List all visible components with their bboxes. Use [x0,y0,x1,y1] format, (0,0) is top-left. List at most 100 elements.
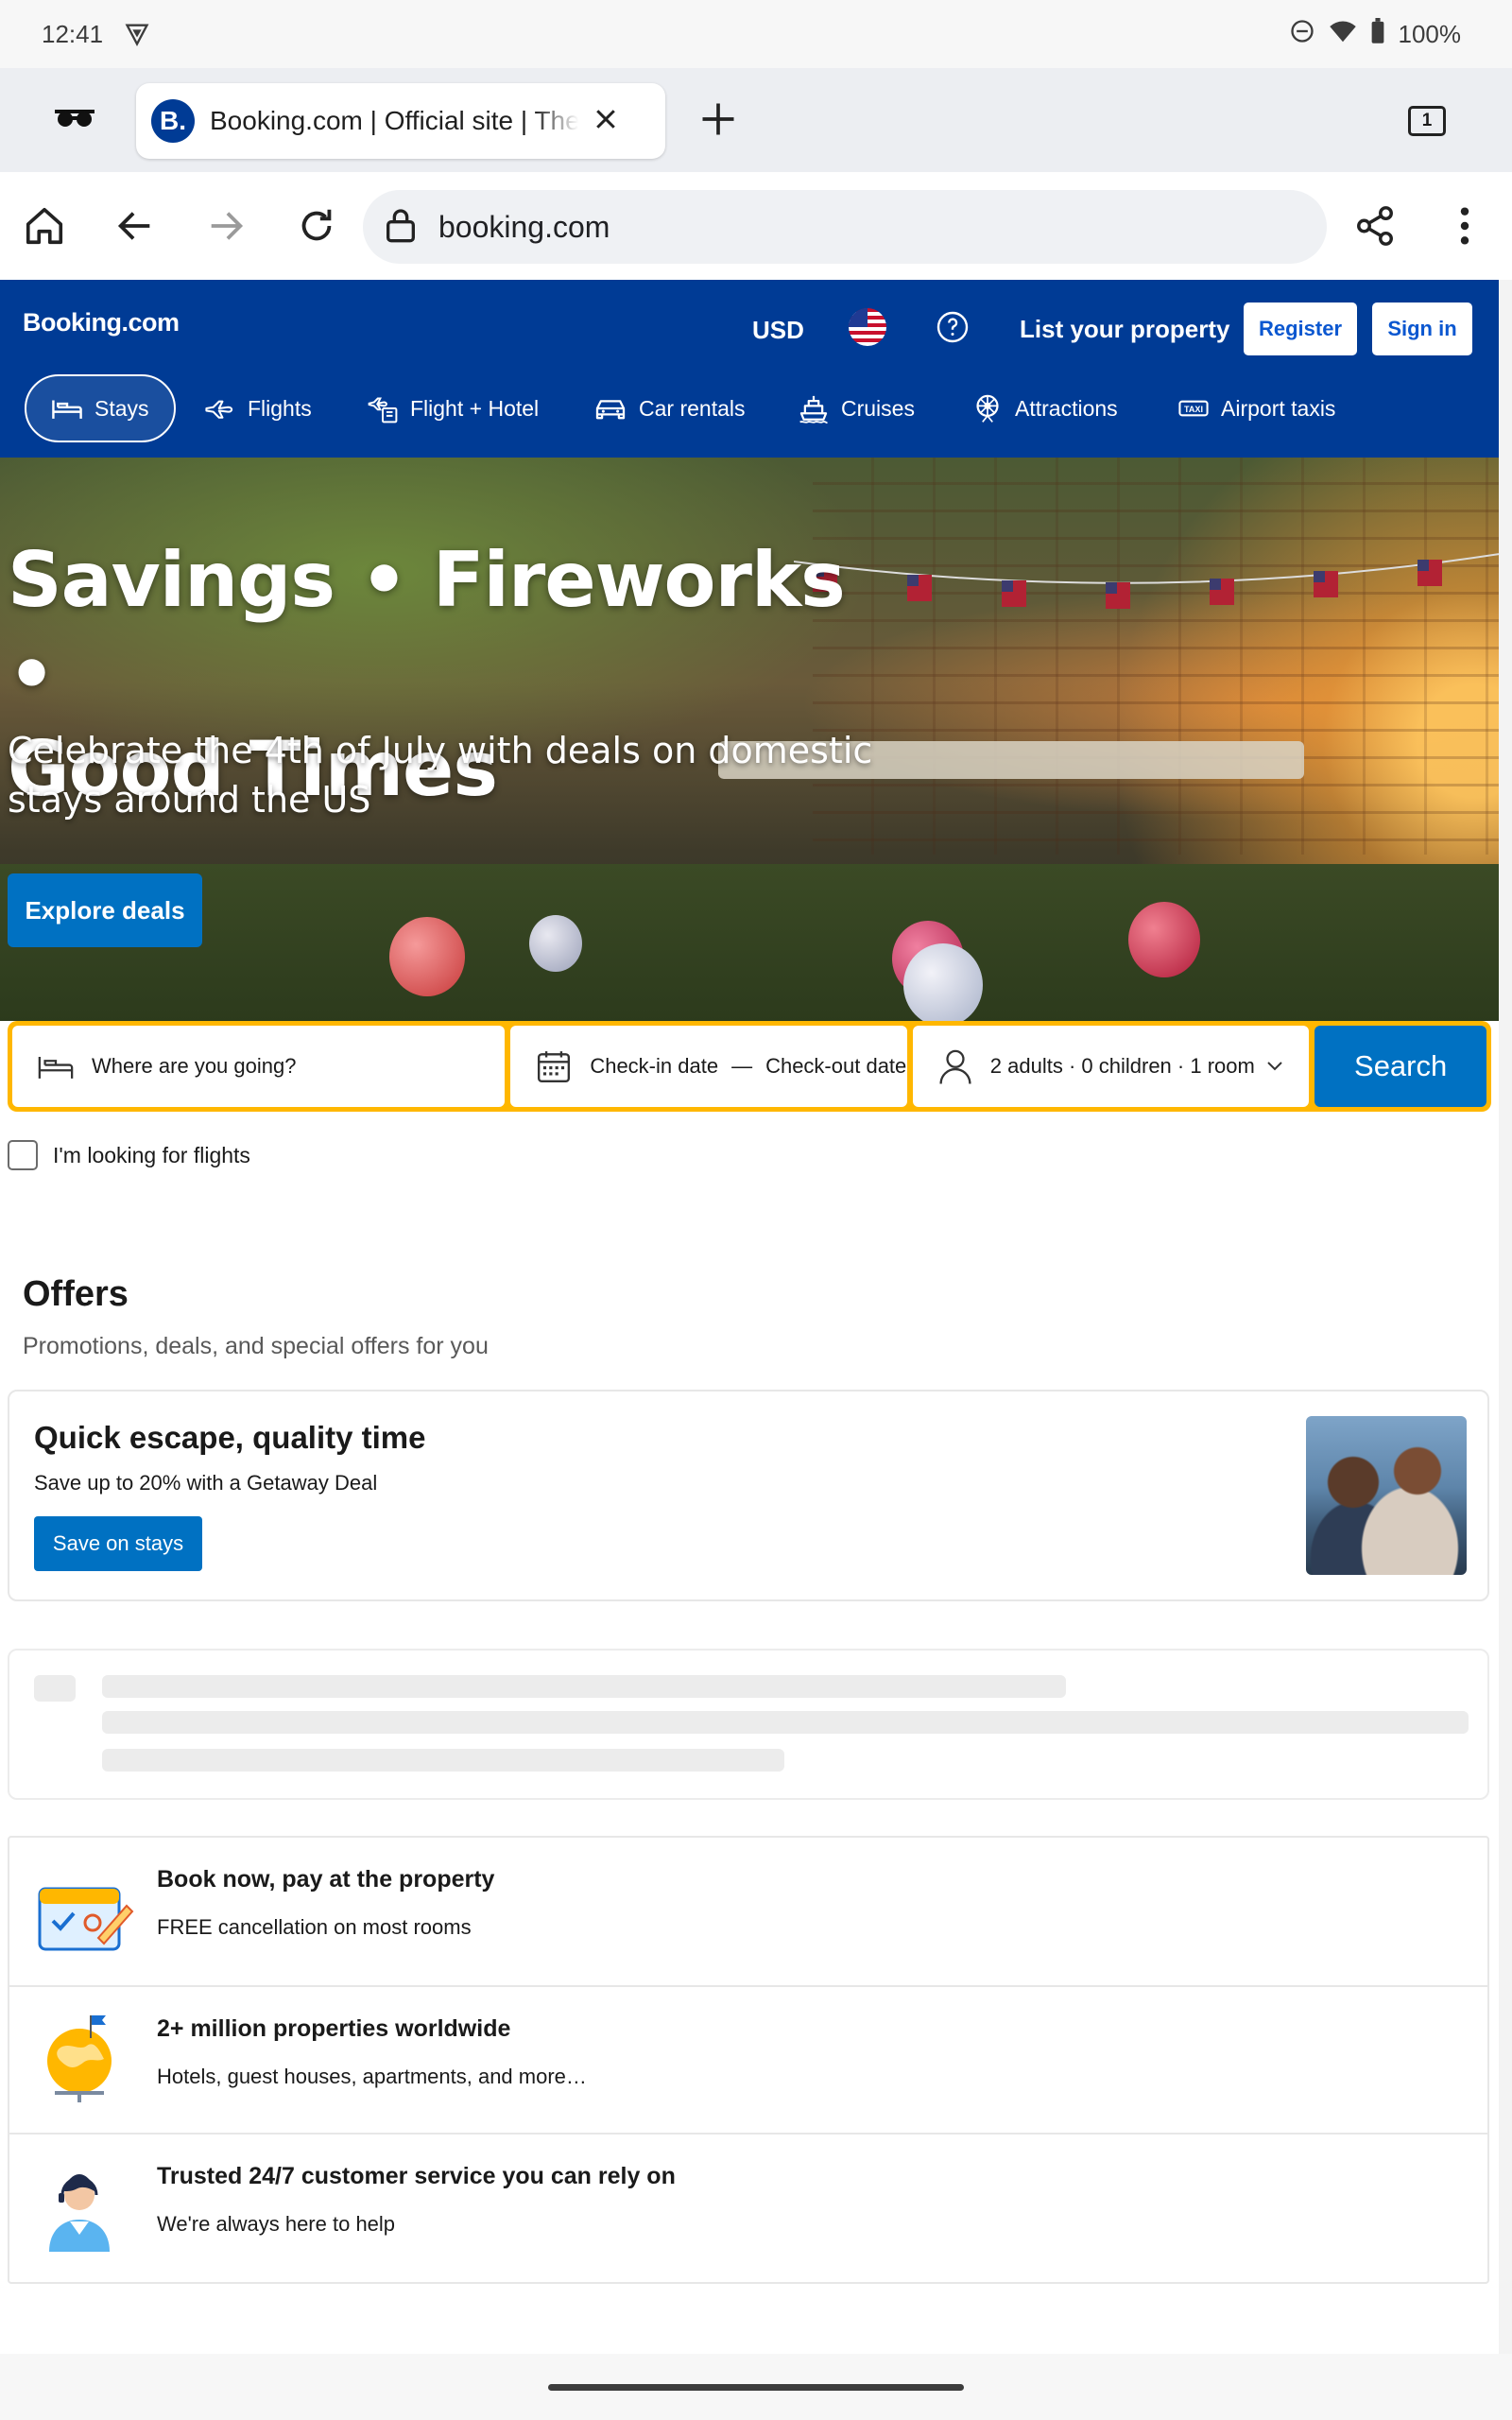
balloon-shape [903,943,983,1021]
browser-toolbar: booking.com [0,172,1512,280]
currency-selector[interactable]: USD [752,316,804,345]
nav-flight-hotel[interactable]: Flight + Hotel [367,374,539,442]
check-out-date[interactable]: Check-out date [765,1054,906,1079]
check-in-date[interactable]: Check-in date [590,1054,718,1079]
guests-selector[interactable]: 2 adults · 0 children · 1 room [912,1026,1310,1107]
benefit-subtitle: FREE cancellation on most rooms [157,1915,472,1939]
page-edge [1499,280,1512,2354]
forward-icon[interactable] [204,204,248,252]
offer-card[interactable]: Quick escape, quality time Save up to 20… [8,1390,1489,1601]
globe-icon [47,2015,112,2102]
hero-title-line-1: Savings • Fireworks • [8,536,846,718]
nav-airport-taxis-label: Airport taxis [1221,395,1336,421]
benefit-title: Book now, pay at the property [157,1866,495,1893]
tab-switcher-button[interactable]: 1 [1408,106,1446,136]
status-bar: 12:41 100% [0,0,1512,68]
ship-icon [799,395,829,424]
battery-icon [1370,17,1385,51]
nav-car-rentals-label: Car rentals [639,395,746,421]
nav-cruises[interactable]: Cruises [798,374,915,442]
booking-favicon: B. [151,99,195,143]
svg-text:TAXI: TAXI [1184,405,1203,414]
bunting-decoration [794,553,1499,609]
booking-logo[interactable]: Booking.com [23,308,180,337]
new-tab-icon[interactable] [697,98,739,145]
list-property-link[interactable]: List your property [1020,315,1229,344]
reload-icon[interactable] [295,204,338,252]
nav-car-rentals[interactable]: Car rentals [593,374,745,442]
nav-flights[interactable]: Flights [204,374,312,442]
nav-attractions[interactable]: Attractions [971,374,1118,442]
nav-attractions-label: Attractions [1015,395,1118,421]
calendar-check-icon [38,1887,134,1951]
skeleton-line [102,1711,1469,1734]
hero-lawn-shape [0,864,1499,1021]
skeleton-line [102,1749,784,1772]
lock-icon[interactable] [384,206,418,249]
loading-placeholder-card [8,1649,1489,1800]
nav-airport-taxis[interactable]: TAXI Airport taxis [1177,374,1335,442]
calendar-icon [538,1051,571,1083]
close-tab-icon[interactable] [592,105,620,138]
balloon-shape [1128,902,1200,977]
help-icon[interactable] [936,310,970,349]
plane-icon [205,400,233,419]
benefit-title: 2+ million properties worldwide [157,2015,511,2042]
offer-card-subtitle: Save up to 20% with a Getaway Deal [34,1471,378,1495]
save-on-stays-button[interactable]: Save on stays [34,1516,202,1571]
chevron-down-icon [1267,1062,1282,1071]
taxi-icon: TAXI [1178,400,1209,417]
address-bar[interactable]: booking.com [363,190,1327,264]
flights-checkbox-label: I'm looking for flights [53,1142,250,1167]
browser-tab-strip: B. Booking.com | Official site | The bes… [0,68,1512,172]
nav-flights-label: Flights [248,395,312,421]
hero-background-image [813,458,1499,855]
nav-flight-hotel-label: Flight + Hotel [410,395,540,421]
browser-tab[interactable]: B. Booking.com | Official site | The bes… [136,83,665,159]
guests-summary: 2 adults · 0 children · 1 room [989,1054,1255,1078]
flights-checkbox[interactable] [8,1140,38,1170]
site-header: Booking.com USD List your property Regis… [0,280,1499,458]
destination-input[interactable]: Where are you going? [12,1026,506,1107]
search-button[interactable]: Search [1314,1026,1487,1107]
benefit-title: Trusted 24/7 customer service you can re… [157,2163,676,2189]
benefit-subtitle: Hotels, guest houses, apartments, and mo… [157,2065,587,2088]
more-menu-icon[interactable] [1446,204,1484,252]
hero-subtitle: Celebrate the 4th of July with deals on … [8,730,873,821]
benefit-item: 2+ million properties worldwide Hotels, … [9,1985,1487,2133]
date-picker[interactable]: Check-in date — Check-out date [510,1026,907,1107]
person-icon [939,1049,971,1084]
url-text[interactable]: booking.com [438,210,610,245]
nav-stays-label: Stays [94,395,149,421]
home-icon[interactable] [23,204,66,252]
flights-checkbox-row[interactable]: I'm looking for flights [8,1140,250,1170]
support-agent-icon [49,2174,110,2252]
offers-subheading: Promotions, deals, and special offers fo… [23,1333,489,1359]
register-button[interactable]: Register [1244,302,1357,355]
incognito-icon[interactable] [53,102,96,135]
car-icon [595,400,626,420]
dnd-icon [1289,18,1315,51]
bed-icon [38,1057,74,1079]
nav-cruises-label: Cruises [841,395,915,421]
hero-banner: Savings • Fireworks • Good Times Celebra… [0,458,1499,1021]
nav-stays[interactable]: Stays [25,374,176,442]
benefits-list: Book now, pay at the property FREE cance… [8,1836,1489,2284]
skeleton-block [34,1675,76,1702]
offers-heading: Offers [23,1274,129,1314]
back-icon[interactable] [113,204,157,252]
benefit-subtitle: We're always here to help [157,2212,396,2236]
offer-card-title: Quick escape, quality time [34,1420,426,1455]
sign-in-button[interactable]: Sign in [1372,302,1472,355]
us-flag-icon[interactable] [849,308,886,346]
gesture-handle[interactable] [548,2384,964,2391]
flight-hotel-icon [368,397,398,424]
attractions-icon [976,394,999,423]
balloon-shape [529,915,582,972]
explore-deals-button[interactable]: Explore deals [8,873,202,947]
skeleton-line [102,1675,1066,1698]
offer-card-image [1306,1416,1467,1575]
destination-placeholder: Where are you going? [92,1054,297,1078]
vpn-icon [124,21,150,47]
share-icon[interactable] [1353,204,1397,252]
